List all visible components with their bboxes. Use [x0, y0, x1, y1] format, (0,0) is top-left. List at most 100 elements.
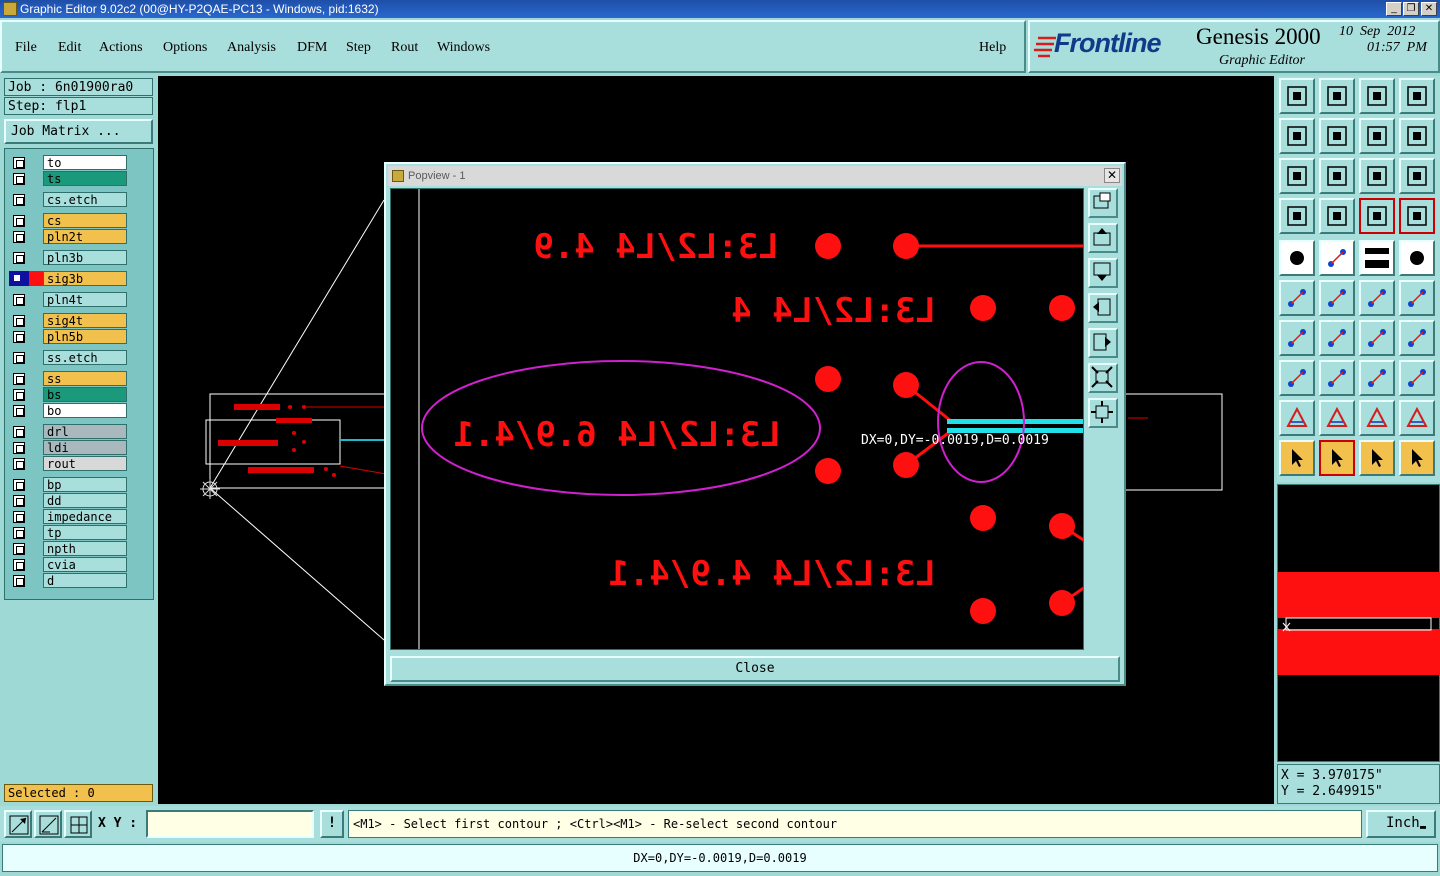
popview-tool-zoom-fit[interactable]	[1088, 188, 1118, 218]
triangle-a-icon[interactable]	[1319, 400, 1355, 436]
select-net-icon[interactable]	[1399, 440, 1435, 476]
triangle-select-icon[interactable]	[1279, 400, 1315, 436]
angle-icon[interactable]	[1279, 320, 1315, 356]
grid-tool-button[interactable]	[64, 810, 92, 838]
layer-checkbox[interactable]	[13, 458, 25, 470]
menu-actions[interactable]: Actions	[99, 40, 143, 56]
layer-checkbox[interactable]	[13, 575, 25, 587]
redo-view-icon[interactable]	[1399, 118, 1435, 154]
zoom-home-icon[interactable]	[1279, 78, 1315, 114]
brush-settings-icon[interactable]	[1279, 198, 1315, 234]
popview-tool-pan-up[interactable]	[1088, 223, 1118, 253]
layer-checkbox[interactable]	[13, 157, 25, 169]
menu-rout[interactable]: Rout	[391, 40, 418, 56]
overview-map[interactable]	[1277, 484, 1440, 762]
layer-checkbox[interactable]	[13, 231, 25, 243]
move-node-icon[interactable]	[1359, 280, 1395, 316]
move-node-2-icon[interactable]	[1399, 280, 1435, 316]
menu-options[interactable]: Options	[163, 40, 207, 56]
layer-checkbox[interactable]	[13, 405, 25, 417]
zoom-down-icon[interactable]	[1319, 78, 1355, 114]
popview-tool-pan-right[interactable]	[1088, 328, 1118, 358]
xy-label: X Y :	[98, 816, 138, 831]
pan-left-icon[interactable]	[1279, 118, 1315, 154]
popview-close-button[interactable]: Close	[390, 656, 1120, 682]
layer-checkbox[interactable]	[13, 479, 25, 491]
popview-tool-pan-down[interactable]	[1088, 258, 1118, 288]
pan-right-icon[interactable]	[1319, 118, 1355, 154]
undo-view-icon[interactable]	[1359, 118, 1395, 154]
draw-line-icon[interactable]	[1319, 320, 1355, 356]
triangle-c-icon[interactable]	[1399, 400, 1435, 436]
layer-checkbox[interactable]	[13, 331, 25, 343]
layer-checkbox[interactable]	[13, 495, 25, 507]
measure-tool-button[interactable]	[34, 810, 62, 838]
menu-windows[interactable]: Windows	[437, 40, 490, 56]
menu-help[interactable]: Help	[979, 40, 1006, 56]
layer-checkbox[interactable]	[13, 373, 25, 385]
triangle-b-icon[interactable]	[1359, 400, 1395, 436]
layer-checkbox[interactable]	[13, 315, 25, 327]
add-pad-icon[interactable]	[1279, 240, 1315, 276]
xy-input[interactable]	[146, 810, 314, 838]
select-pointer-icon[interactable]	[1279, 440, 1315, 476]
maximize-button[interactable]: ❐	[1403, 2, 1419, 16]
help-icon[interactable]	[1399, 158, 1435, 194]
layer-checkbox[interactable]	[13, 559, 25, 571]
layer-checkbox[interactable]	[13, 215, 25, 227]
home-icon[interactable]	[1359, 78, 1395, 114]
add-dot-icon[interactable]	[1399, 240, 1435, 276]
break-line-icon[interactable]	[1319, 360, 1355, 396]
add-line-icon[interactable]	[1319, 240, 1355, 276]
layer-checkbox[interactable]	[13, 527, 25, 539]
measure-ruler-icon[interactable]	[1359, 240, 1395, 276]
minimize-button[interactable]: _	[1386, 2, 1402, 16]
menu-step[interactable]: Step	[346, 40, 371, 56]
layer-name: pln2t	[43, 229, 127, 244]
grid-icon[interactable]	[1319, 198, 1355, 234]
select-pad-icon[interactable]	[1279, 360, 1315, 396]
layer-name: drl	[43, 424, 127, 439]
scale-1-2-icon[interactable]	[1359, 158, 1395, 194]
menu-edit[interactable]: Edit	[58, 40, 81, 56]
arc-icon[interactable]	[1359, 320, 1395, 356]
popview-tool-pan-left[interactable]	[1088, 293, 1118, 323]
popview-close-icon[interactable]: ✕	[1104, 168, 1120, 183]
feature-icon[interactable]	[1399, 320, 1435, 356]
layer-split-icon[interactable]	[1399, 198, 1435, 234]
layer-checkbox[interactable]	[13, 194, 25, 206]
delete-node-icon[interactable]	[1319, 280, 1355, 316]
layer-name: npth	[43, 541, 127, 556]
menu-dfm[interactable]: DFM	[297, 40, 327, 56]
popview-tool-zoom-in[interactable]	[1088, 363, 1118, 393]
layer-checkbox[interactable]	[13, 252, 25, 264]
layer-checkbox[interactable]	[13, 173, 25, 185]
layer-connect-icon[interactable]	[1359, 198, 1395, 234]
popview-canvas[interactable]: L3:L2/L4 4.9 L3:L2/L4 4 L3:L2/L4 6.9/4.1…	[390, 188, 1084, 650]
layer-checkbox[interactable]	[13, 294, 25, 306]
fit-screen-icon[interactable]	[1279, 158, 1315, 194]
copy-shape-icon[interactable]	[1399, 360, 1435, 396]
layer-checkbox[interactable]	[13, 511, 25, 523]
connect-nodes-icon[interactable]	[1279, 280, 1315, 316]
fit-arrows-icon[interactable]	[1359, 360, 1395, 396]
job-matrix-button[interactable]: Job Matrix ...	[4, 119, 153, 144]
layer-checkbox[interactable]	[13, 352, 25, 364]
window-split-icon[interactable]	[1399, 78, 1435, 114]
snap-tool-button[interactable]	[4, 810, 32, 838]
center-icon[interactable]	[1319, 158, 1355, 194]
unit-selector[interactable]: Inch ▬	[1366, 810, 1436, 838]
layer-name: bo	[43, 403, 127, 418]
layer-name: sig3b	[43, 271, 127, 286]
close-window-button[interactable]: ✕	[1421, 2, 1437, 16]
select-pointer-2-icon[interactable]	[1359, 440, 1395, 476]
layer-checkbox[interactable]	[13, 426, 25, 438]
layer-checkbox[interactable]	[13, 389, 25, 401]
select-box-icon[interactable]	[1319, 440, 1355, 476]
exclaim-button[interactable]: !	[320, 810, 344, 838]
menu-file[interactable]: File	[15, 40, 37, 56]
layer-checkbox[interactable]	[13, 442, 25, 454]
menu-analysis[interactable]: Analysis	[227, 40, 276, 56]
layer-checkbox[interactable]	[13, 543, 25, 555]
popview-tool-zoom-out[interactable]	[1088, 398, 1118, 428]
